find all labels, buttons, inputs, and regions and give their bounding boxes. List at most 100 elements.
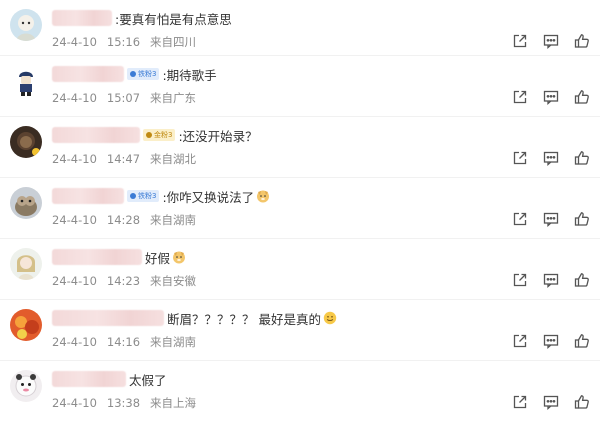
comment-date: 24-4-10 bbox=[52, 35, 97, 49]
share-icon[interactable] bbox=[511, 271, 528, 288]
comment-time: 14:23 bbox=[106, 274, 141, 288]
like-icon[interactable] bbox=[573, 88, 590, 105]
username-blurred[interactable] bbox=[52, 66, 124, 82]
comment-text: :期待歌手 bbox=[162, 67, 217, 83]
comment-location: 来自广东 bbox=[150, 91, 197, 105]
comment-meta: 24-4-10 14:16 来自湖南 bbox=[52, 334, 196, 350]
comment-meta: 24-4-10 13:38 来自上海 bbox=[52, 395, 196, 411]
fan-badge-icon bbox=[146, 132, 152, 138]
username-blurred[interactable] bbox=[52, 188, 124, 204]
fan-badge: 铁粉3 bbox=[127, 68, 160, 80]
comment-location: 来自湖北 bbox=[150, 152, 197, 166]
comment-actions bbox=[511, 393, 590, 410]
share-icon[interactable] bbox=[511, 332, 528, 349]
comment-meta: 24-4-10 14:23 来自安徽 bbox=[52, 273, 196, 289]
fan-badge: 金粉3 bbox=[143, 129, 176, 141]
comment-content: :要真有怕是有点意思 bbox=[52, 9, 232, 27]
comment-actions bbox=[511, 271, 590, 288]
like-icon[interactable] bbox=[573, 210, 590, 227]
comment-text: 太假了 bbox=[129, 372, 167, 388]
comment-location: 来自湖南 bbox=[150, 213, 197, 227]
like-icon[interactable] bbox=[573, 149, 590, 166]
comment-content: 好假 bbox=[52, 248, 186, 266]
smile-icon bbox=[323, 311, 337, 325]
like-icon[interactable] bbox=[573, 271, 590, 288]
comment-location: 来自上海 bbox=[150, 396, 197, 410]
comment-time: 13:38 bbox=[106, 396, 141, 410]
comment-icon[interactable] bbox=[542, 393, 559, 410]
comment-content: 太假了 bbox=[52, 370, 167, 388]
comment-text: :你咋又换说法了 bbox=[162, 189, 255, 205]
comment-icon[interactable] bbox=[542, 32, 559, 49]
comment-icon[interactable] bbox=[542, 271, 559, 288]
like-icon[interactable] bbox=[573, 393, 590, 410]
username-blurred[interactable] bbox=[52, 249, 142, 265]
comment-text: :要真有怕是有点意思 bbox=[115, 11, 232, 27]
share-icon[interactable] bbox=[511, 149, 528, 166]
comment-item: 铁粉3 :你咋又换说法了 24-4-10 14:28 来自湖南 bbox=[0, 178, 600, 239]
avatar[interactable] bbox=[10, 248, 42, 280]
comment-text: 好假 bbox=[145, 250, 171, 266]
share-icon[interactable] bbox=[511, 393, 528, 410]
comment-location: 来自安徽 bbox=[150, 274, 197, 288]
comment-date: 24-4-10 bbox=[52, 396, 97, 410]
comment-date: 24-4-10 bbox=[52, 274, 97, 288]
comment-icon[interactable] bbox=[542, 332, 559, 349]
comment-meta: 24-4-10 15:16 来自四川 bbox=[52, 34, 196, 50]
share-icon[interactable] bbox=[511, 32, 528, 49]
avatar[interactable] bbox=[10, 126, 42, 158]
comment-date: 24-4-10 bbox=[52, 213, 97, 227]
comment-list: :要真有怕是有点意思 24-4-10 15:16 来自四川 铁粉3 :期待歌手 24… bbox=[0, 0, 600, 433]
username-blurred[interactable] bbox=[52, 371, 126, 387]
comment-time: 14:16 bbox=[106, 335, 141, 349]
comment-icon[interactable] bbox=[542, 210, 559, 227]
avatar[interactable] bbox=[10, 370, 42, 402]
username-blurred[interactable] bbox=[52, 127, 140, 143]
comment-icon[interactable] bbox=[542, 149, 559, 166]
share-icon[interactable] bbox=[511, 88, 528, 105]
comment-content: 金粉3 :还没开始录？ bbox=[52, 126, 258, 144]
comment-content: 断眉？？？？？ 最好是真的 bbox=[52, 309, 337, 327]
fan-badge-icon bbox=[130, 71, 136, 77]
like-icon[interactable] bbox=[573, 332, 590, 349]
comment-text: :还没开始录？ bbox=[178, 128, 258, 144]
comment-date: 24-4-10 bbox=[52, 91, 97, 105]
comment-date: 24-4-10 bbox=[52, 152, 97, 166]
share-icon[interactable] bbox=[511, 210, 528, 227]
fan-badge-label: 铁粉3 bbox=[138, 70, 157, 78]
comment-time: 15:16 bbox=[106, 35, 141, 49]
comment-item: 断眉？？？？？ 最好是真的 24-4-10 14:16 来自湖南 bbox=[0, 300, 600, 361]
comment-time: 14:28 bbox=[106, 213, 141, 227]
comment-content: 铁粉3 :你咋又换说法了 bbox=[52, 187, 270, 205]
username-blurred[interactable] bbox=[52, 310, 164, 326]
comment-item: 金粉3 :还没开始录？ 24-4-10 14:47 来自湖北 bbox=[0, 117, 600, 178]
doge-icon bbox=[172, 250, 186, 264]
comment-icon[interactable] bbox=[542, 88, 559, 105]
avatar[interactable] bbox=[10, 187, 42, 219]
comment-item: 太假了 24-4-10 13:38 来自上海 bbox=[0, 361, 600, 421]
comment-text: 断眉？？？？？ 最好是真的 bbox=[167, 311, 321, 327]
comment-item: :要真有怕是有点意思 24-4-10 15:16 来自四川 bbox=[0, 0, 600, 56]
doge-icon bbox=[256, 189, 270, 203]
comment-actions bbox=[511, 88, 590, 105]
comment-meta: 24-4-10 15:07 来自广东 bbox=[52, 90, 196, 106]
avatar[interactable] bbox=[10, 9, 42, 41]
comment-meta: 24-4-10 14:47 来自湖北 bbox=[52, 151, 196, 167]
comment-location: 来自四川 bbox=[150, 35, 197, 49]
comment-location: 来自湖南 bbox=[150, 335, 197, 349]
avatar[interactable] bbox=[10, 309, 42, 341]
comment-item: 好假 24-4-10 14:23 来自安徽 bbox=[0, 239, 600, 300]
comment-actions bbox=[511, 210, 590, 227]
avatar[interactable] bbox=[10, 65, 42, 97]
username-blurred[interactable] bbox=[52, 10, 112, 26]
comment-date: 24-4-10 bbox=[52, 335, 97, 349]
comment-item: 铁粉3 :期待歌手 24-4-10 15:07 来自广东 bbox=[0, 56, 600, 117]
fan-badge-label: 金粉3 bbox=[154, 131, 173, 139]
comment-time: 14:47 bbox=[106, 152, 141, 166]
comment-content: 铁粉3 :期待歌手 bbox=[52, 65, 217, 83]
like-icon[interactable] bbox=[573, 32, 590, 49]
fan-badge: 铁粉3 bbox=[127, 190, 160, 202]
comment-actions bbox=[511, 332, 590, 349]
fan-badge-label: 铁粉3 bbox=[138, 192, 157, 200]
comment-actions bbox=[511, 149, 590, 166]
